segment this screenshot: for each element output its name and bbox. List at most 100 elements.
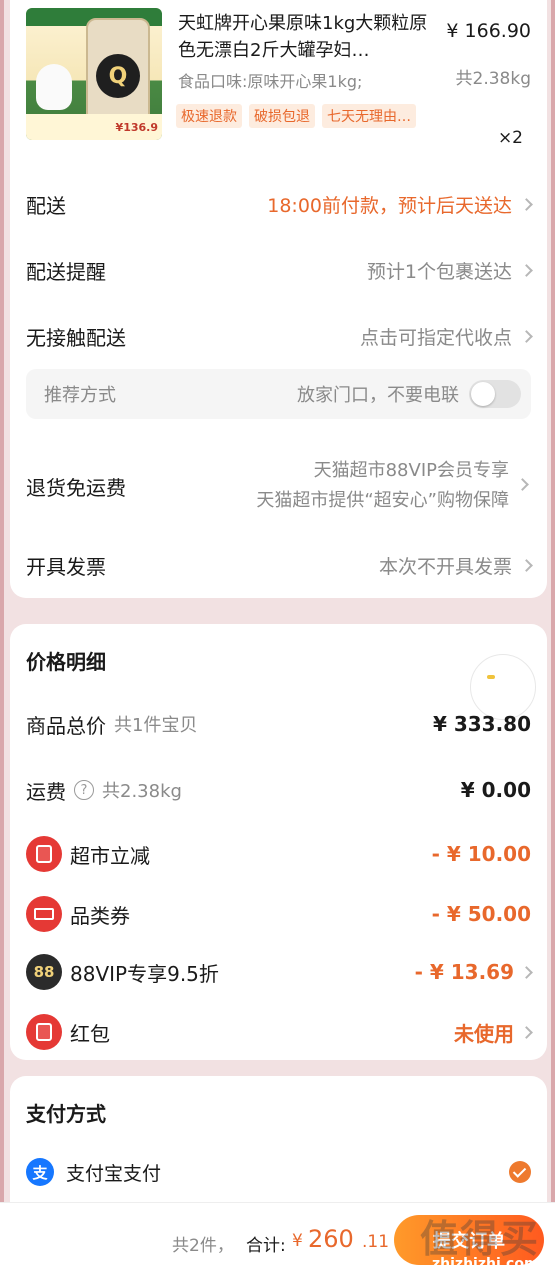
return-free-shipping-value-2: 天猫超市提供“超安心”购物保障 [256, 490, 509, 511]
widget-dot [487, 675, 495, 679]
invoice-value-text: 本次不开具发票 [378, 555, 512, 578]
delivery-reminder-value-text: 预计1个包裹送达 [366, 260, 512, 283]
delivery-label: 配送 [26, 193, 66, 218]
delivery-value: 18:00前付款，预计后天送达 [267, 191, 533, 218]
category-coupon-label: 品类券 [70, 903, 130, 928]
supermarket-discount-amount: - ¥ 10.00 [431, 842, 531, 866]
supermarket-discount-label: 超市立减 [70, 843, 150, 868]
alipay-icon: 支 [26, 1158, 54, 1186]
goods-total-amount: ¥ 333.80 [432, 712, 531, 736]
delivery-reminder-label: 配送提醒 [26, 259, 106, 284]
total-currency: ¥ [292, 1231, 303, 1251]
total-amount: 260 [308, 1225, 354, 1253]
help-icon[interactable]: ? [74, 780, 94, 800]
watermark-url: zhizhizhi.com [432, 1256, 539, 1272]
price-detail-card: 价格明细 商品总价 共1件宝贝 ¥ 333.80 运费 ? 共2.38kg ¥ … [10, 624, 547, 1060]
category-coupon-row: 品类券 - ¥ 50.00 [26, 894, 531, 934]
red-packet-amount-wrap: 未使用 [454, 1018, 533, 1047]
chevron-right-icon [516, 478, 529, 491]
chevron-right-icon [520, 558, 533, 572]
total-label: 合计: [246, 1236, 286, 1256]
invoice-row[interactable]: 开具发票 本次不开具发票 [26, 545, 533, 585]
checkmark-icon[interactable] [509, 1161, 531, 1183]
ticket-glyph [34, 908, 54, 920]
return-free-shipping-value-1: 天猫超市88VIP会员专享 [313, 460, 509, 481]
delivery-reminder-value: 预计1个包裹送达 [366, 257, 533, 284]
shipping-label: 运费 [26, 779, 66, 804]
toggle-knob [471, 382, 495, 406]
product-title[interactable]: 天虹牌开心果原味1kg大颗粒原色无漂白2斤大罐孕妇… [178, 10, 440, 64]
chevron-right-icon [520, 1025, 533, 1039]
order-card: Q ¥136.9 天虹牌开心果原味1kg大颗粒原色无漂白2斤大罐孕妇… ¥ 16… [10, 0, 547, 598]
goods-total-left: 商品总价 共1件宝贝 [26, 710, 197, 739]
invoice-label: 开具发票 [26, 554, 106, 579]
item-count: 共2件， [172, 1236, 234, 1256]
coupon-icon [26, 896, 62, 932]
recommend-method-value-text: 放家门口，不要电联 [297, 385, 459, 406]
jar-logo: Q [96, 54, 140, 98]
red-packet-label: 红包 [70, 1021, 110, 1046]
thumb-price-tag: ¥136.9 [26, 114, 162, 140]
chevron-right-icon [520, 263, 533, 277]
discount-glyph [36, 845, 52, 863]
contactless-delivery-row[interactable]: 无接触配送 点击可指定代收点 [26, 316, 533, 356]
shipping-sub: 共2.38kg [102, 781, 182, 802]
supermarket-discount-row: 超市立减 - ¥ 10.00 [26, 834, 531, 874]
invoice-value: 本次不开具发票 [378, 552, 533, 579]
supermarket-discount-left: 超市立减 [26, 836, 150, 872]
shipping-left: 运费 ? 共2.38kg [26, 776, 182, 805]
contactless-delivery-value-text: 点击可指定代收点 [359, 326, 512, 349]
vip-88-icon: 88 [26, 954, 62, 990]
recommend-method-toggle[interactable] [469, 380, 521, 408]
bunny-mascot-icon [36, 64, 72, 110]
chevron-right-icon [520, 197, 533, 211]
right-edge [551, 0, 555, 1279]
delivery-row[interactable]: 配送 18:00前付款，预计后天送达 [26, 184, 533, 224]
chevron-right-icon [520, 965, 533, 979]
category-coupon-left: 品类券 [26, 896, 130, 932]
shipping-amount: ¥ 0.00 [460, 778, 531, 802]
delivery-value-text: 18:00前付款，预计后天送达 [267, 194, 512, 217]
service-tags: 极速退款 破损包退 七天无理由… [176, 104, 416, 128]
return-free-shipping-row[interactable]: 退货免运费 天猫超市88VIP会员专享 天猫超市提供“超安心”购物保障 [26, 452, 531, 516]
vip-discount-amount: - ¥ 13.69 [414, 960, 514, 984]
payment-title: 支付方式 [26, 1102, 106, 1126]
vip-discount-label: 88VIP专享9.5折 [70, 961, 219, 986]
delivery-reminder-row[interactable]: 配送提醒 预计1个包裹送达 [26, 250, 533, 290]
product-weight: 共2.38kg [455, 69, 532, 89]
vip-discount-row[interactable]: 88 88VIP专享9.5折 - ¥ 13.69 [26, 952, 533, 992]
recommend-method-row: 推荐方式 放家门口，不要电联 [26, 369, 531, 419]
recommend-method-value: 放家门口，不要电联 [297, 380, 521, 408]
product-quantity: ×2 [497, 128, 523, 148]
product-sku[interactable]: 食品口味:原味开心果1kg; [178, 68, 362, 92]
red-packet-amount: 未使用 [454, 1021, 514, 1046]
vip-discount-left: 88 88VIP专享9.5折 [26, 954, 219, 990]
product-price: ¥ 166.90 [446, 20, 531, 42]
recommend-method-label: 推荐方式 [44, 385, 116, 406]
supermarket-discount-icon [26, 836, 62, 872]
contactless-delivery-value: 点击可指定代收点 [359, 323, 533, 350]
contactless-delivery-label: 无接触配送 [26, 325, 126, 350]
category-coupon-amount: - ¥ 50.00 [431, 902, 531, 926]
total-amount-decimal: .11 [362, 1232, 390, 1252]
red-packet-left: 红包 [26, 1014, 110, 1050]
left-edge [0, 0, 4, 1279]
alipay-row[interactable]: 支 支付宝支付 [26, 1154, 531, 1190]
tag-fast-refund: 极速退款 [176, 104, 242, 128]
tag-damage-return: 破损包退 [249, 104, 315, 128]
goods-total-label: 商品总价 [26, 713, 106, 738]
vip-discount-amount-wrap: - ¥ 13.69 [414, 960, 533, 984]
payment-card: 支付方式 支 支付宝支付 [10, 1076, 547, 1206]
chevron-right-icon [520, 329, 533, 343]
goods-total-row: 商品总价 共1件宝贝 ¥ 333.80 [26, 704, 531, 744]
return-free-shipping-label: 退货免运费 [26, 476, 126, 500]
red-packet-glyph [36, 1023, 52, 1041]
alipay-label: 支付宝支付 [66, 1162, 162, 1185]
price-detail-title: 价格明细 [26, 650, 106, 674]
shipping-row: 运费 ? 共2.38kg ¥ 0.00 [26, 770, 531, 810]
alipay-left: 支 支付宝支付 [26, 1158, 161, 1186]
red-packet-icon [26, 1014, 62, 1050]
product-thumbnail[interactable]: Q ¥136.9 [26, 8, 162, 140]
goods-total-sub: 共1件宝贝 [114, 715, 198, 736]
red-packet-row[interactable]: 红包 未使用 [26, 1012, 533, 1052]
